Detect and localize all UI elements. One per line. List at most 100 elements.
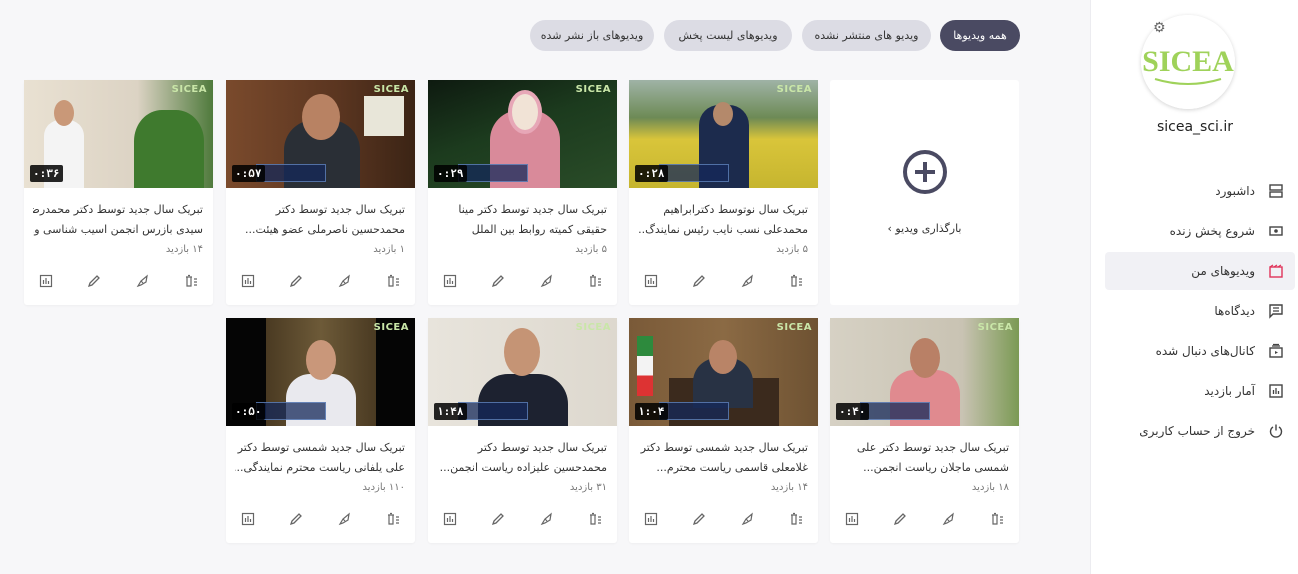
promote-icon[interactable]: [941, 511, 957, 527]
delete-icon[interactable]: [989, 511, 1005, 527]
stats-icon[interactable]: [643, 273, 659, 289]
sicea-watermark: SICEA: [575, 322, 611, 333]
video-title[interactable]: تبریک سال جدید شمسی توسط دکتر غلامعلی قا…: [638, 438, 808, 478]
sidebar-item-label: خروج از حساب کاربری: [1139, 424, 1255, 438]
sicea-watermark: SICEA: [977, 322, 1013, 333]
edit-icon[interactable]: [288, 511, 304, 527]
video-title[interactable]: تبریک سال جدید توسط دکتر محمدرضا سیدی با…: [33, 200, 203, 240]
sicea-watermark: SICEA: [171, 84, 207, 95]
delete-icon[interactable]: [183, 273, 199, 289]
delete-icon[interactable]: [385, 273, 401, 289]
sidebar-menu: داشبورد شروع پخش زنده ویدیوهای من دیدگاه…: [1105, 172, 1295, 452]
stats-icon[interactable]: [240, 273, 256, 289]
add-circle-icon[interactable]: [903, 150, 947, 194]
sidebar-item-my-videos[interactable]: ویدیوهای من: [1105, 252, 1295, 290]
sicea-watermark: SICEA: [776, 322, 812, 333]
delete-icon[interactable]: [788, 273, 804, 289]
promote-icon[interactable]: [539, 273, 555, 289]
video-thumbnail[interactable]: SICEA ۱:۴۸: [428, 318, 617, 426]
live-icon: [1267, 222, 1285, 240]
view-count: ۵ بازدید: [776, 244, 808, 255]
edit-icon[interactable]: [691, 511, 707, 527]
sidebar-item-stats[interactable]: آمار بازدید: [1105, 372, 1295, 410]
delete-icon[interactable]: [788, 511, 804, 527]
video-thumbnail[interactable]: SICEA ۰:۵۰: [226, 318, 415, 426]
sidebar-item-label: کانال‌های دنبال شده: [1155, 344, 1255, 358]
dashboard-icon: [1267, 182, 1285, 200]
view-count: ۱۴ بازدید: [770, 482, 808, 493]
stats-icon[interactable]: [442, 273, 458, 289]
promote-icon[interactable]: [337, 511, 353, 527]
video-thumbnail[interactable]: SICEA ۰:۴۰: [830, 318, 1019, 426]
upload-video-card[interactable]: بارگذاری ویدیو ›: [830, 80, 1019, 305]
video-thumbnail[interactable]: SICEA ۱:۰۴: [629, 318, 818, 426]
video-actions: [643, 511, 804, 529]
video-thumbnail[interactable]: SICEA ۰:۵۷: [226, 80, 415, 188]
video-card[interactable]: SICEA ۰:۵۰ تبریک سال جدید شمسی توسط دکتر…: [226, 318, 415, 543]
sicea-watermark: SICEA: [373, 84, 409, 95]
filter-republished[interactable]: ویدیوهای باز نشر شده: [530, 20, 654, 51]
video-card[interactable]: SICEA ۰:۲۹ تبریک سال جدید توسط دکتر مینا…: [428, 80, 617, 305]
promote-icon[interactable]: [740, 511, 756, 527]
video-title[interactable]: تبریک سال جدید شمسی توسط دکتر علی یلفانی…: [235, 438, 405, 478]
video-title[interactable]: تبریک سال نوتوسط دکترابراهیم محمدعلی نسب…: [638, 200, 808, 240]
video-title[interactable]: تبریک سال جدید توسط دکتر علی شمسی ماجلان…: [839, 438, 1009, 478]
video-card[interactable]: SICEA ۰:۳۶ تبریک سال جدید توسط دکتر محمد…: [24, 80, 213, 305]
video-card[interactable]: SICEA ۱:۴۸ تبریک سال جدید توسط دکتر محمد…: [428, 318, 617, 543]
video-actions: [643, 273, 804, 291]
logo-text: SICEA: [1142, 45, 1234, 78]
delete-icon[interactable]: [587, 511, 603, 527]
video-actions: [442, 511, 603, 529]
stats-icon[interactable]: [442, 511, 458, 527]
video-card[interactable]: SICEA ۱:۰۴ تبریک سال جدید شمسی توسط دکتر…: [629, 318, 818, 543]
promote-icon[interactable]: [740, 273, 756, 289]
stats-icon[interactable]: [643, 511, 659, 527]
caption-bar: [659, 164, 729, 182]
view-count: ۱۱۰ بازدید: [362, 482, 405, 493]
video-actions: [240, 511, 401, 529]
video-thumbnail[interactable]: SICEA ۰:۲۸: [629, 80, 818, 188]
edit-icon[interactable]: [490, 273, 506, 289]
sidebar-item-live[interactable]: شروع پخش زنده: [1105, 212, 1295, 250]
filter-playlist[interactable]: ویدیوهای لیست پخش: [664, 20, 792, 51]
edit-icon[interactable]: [691, 273, 707, 289]
delete-icon[interactable]: [385, 511, 401, 527]
delete-icon[interactable]: [587, 273, 603, 289]
caption-bar: [256, 402, 326, 420]
edit-icon[interactable]: [288, 273, 304, 289]
duration-badge: ۰:۵۷: [232, 165, 265, 182]
video-thumbnail[interactable]: SICEA ۰:۲۹: [428, 80, 617, 188]
video-card[interactable]: SICEA ۰:۴۰ تبریک سال جدید توسط دکتر علی …: [830, 318, 1019, 543]
promote-icon[interactable]: [135, 273, 151, 289]
filter-all-videos[interactable]: همه ویدیوها: [940, 20, 1020, 51]
gear-icon[interactable]: ⚙: [1153, 20, 1166, 36]
sidebar-item-subscriptions[interactable]: کانال‌های دنبال شده: [1105, 332, 1295, 370]
stats-icon[interactable]: [844, 511, 860, 527]
subscriptions-icon: [1267, 342, 1285, 360]
video-title[interactable]: تبریک سال جدید توسط دکتر محمدحسین علیزاد…: [437, 438, 607, 478]
duration-badge: ۰:۳۶: [30, 165, 63, 182]
video-card[interactable]: SICEA ۰:۲۸ تبریک سال نوتوسط دکترابراهیم …: [629, 80, 818, 305]
video-title[interactable]: تبریک سال جدید توسط دکتر مینا حقیقی کمیت…: [437, 200, 607, 240]
video-title[interactable]: تبریک سال جدید توسط دکتر محمدحسین ناصرمل…: [235, 200, 405, 240]
promote-icon[interactable]: [539, 511, 555, 527]
video-card[interactable]: SICEA ۰:۵۷ تبریک سال جدید توسط دکتر محمد…: [226, 80, 415, 305]
sidebar-item-comments[interactable]: دیدگاه‌ها: [1105, 292, 1295, 330]
filter-unpublished[interactable]: ویدیو های منتشر نشده: [802, 20, 931, 51]
sidebar-item-dashboard[interactable]: داشبورد: [1105, 172, 1295, 210]
edit-icon[interactable]: [490, 511, 506, 527]
stats-icon[interactable]: [240, 511, 256, 527]
sidebar-item-label: داشبورد: [1215, 184, 1255, 198]
video-thumbnail[interactable]: SICEA ۰:۳۶: [24, 80, 213, 188]
sicea-watermark: SICEA: [373, 322, 409, 333]
logout-icon: [1267, 422, 1285, 440]
duration-badge: ۰:۵۰: [232, 403, 265, 420]
sicea-watermark: SICEA: [776, 84, 812, 95]
stats-icon[interactable]: [38, 273, 54, 289]
edit-icon[interactable]: [86, 273, 102, 289]
upload-video-label[interactable]: بارگذاری ویدیو ›: [830, 222, 1019, 235]
sidebar-item-logout[interactable]: خروج از حساب کاربری: [1105, 412, 1295, 450]
promote-icon[interactable]: [337, 273, 353, 289]
video-actions: [240, 273, 401, 291]
edit-icon[interactable]: [892, 511, 908, 527]
